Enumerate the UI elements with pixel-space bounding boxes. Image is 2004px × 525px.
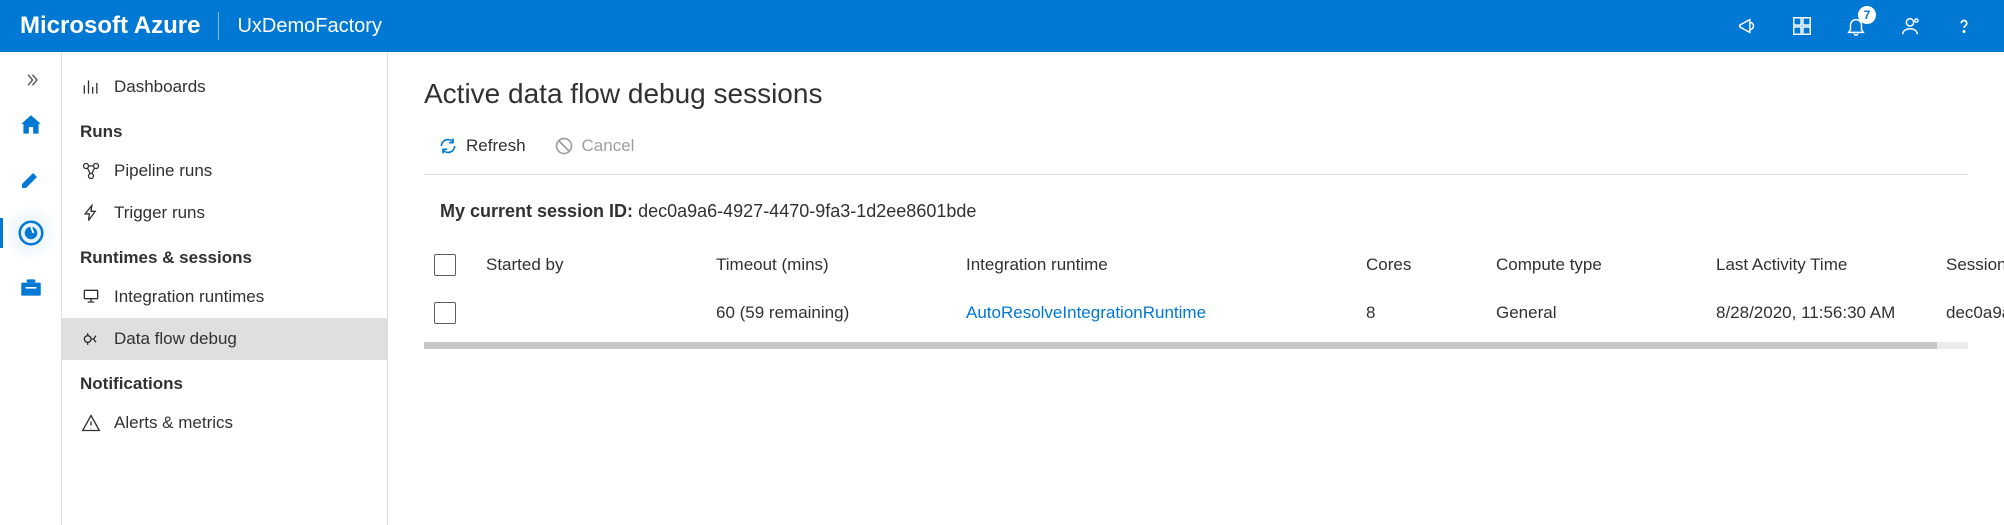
cell-timeout: 60 (59 remaining) [716, 303, 966, 323]
sidebar-item-label: Integration runtimes [114, 287, 264, 307]
brand-label: Microsoft Azure [20, 12, 200, 40]
expand-rail-icon[interactable] [0, 62, 61, 98]
select-all-checkbox[interactable] [434, 254, 456, 276]
cell-last-activity: 8/28/2020, 11:56:30 AM [1716, 303, 1946, 323]
table-header: Started by Timeout (mins) Integration ru… [424, 244, 1968, 286]
announcement-icon[interactable] [1734, 12, 1762, 40]
session-info: My current session ID: dec0a9a6-4927-447… [424, 189, 1968, 244]
sidebar-section-runs: Runs [62, 108, 387, 150]
pipeline-icon [80, 160, 102, 182]
refresh-label: Refresh [466, 136, 526, 156]
trigger-icon [80, 202, 102, 224]
sessions-table: Started by Timeout (mins) Integration ru… [424, 244, 1968, 349]
resource-name[interactable]: UxDemoFactory [237, 15, 381, 38]
sidebar-item-data-flow-debug[interactable]: Data flow debug [62, 318, 387, 360]
refresh-button[interactable]: Refresh [438, 136, 526, 156]
page-title: Active data flow debug sessions [424, 78, 1968, 110]
rail-home[interactable] [0, 98, 61, 152]
sidebar-item-label: Trigger runs [114, 203, 205, 223]
sidebar-section-notifications: Notifications [62, 360, 387, 402]
row-checkbox[interactable] [434, 302, 456, 324]
col-started-by[interactable]: Started by [486, 255, 716, 275]
alert-icon [80, 412, 102, 434]
sidebar-item-label: Pipeline runs [114, 161, 212, 181]
dashboard-icon [80, 76, 102, 98]
sidebar-item-label: Alerts & metrics [114, 413, 233, 433]
sidebar: Dashboards Runs Pipeline runs Trigger ru… [62, 52, 388, 525]
notifications-badge: 7 [1858, 6, 1876, 24]
cancel-label: Cancel [582, 136, 635, 156]
sidebar-item-integration-runtimes[interactable]: Integration runtimes [62, 276, 387, 318]
table-row[interactable]: 60 (59 remaining) AutoResolveIntegration… [424, 286, 1968, 340]
header-icons: 7 [1734, 12, 1978, 40]
main-content: Active data flow debug sessions Refresh … [388, 52, 2004, 525]
notifications-icon[interactable]: 7 [1842, 12, 1870, 40]
col-session[interactable]: Session [1946, 255, 2004, 275]
cell-session: dec0a9a [1946, 303, 2004, 323]
cancel-button: Cancel [554, 136, 635, 156]
nav-rail [0, 52, 62, 525]
col-timeout[interactable]: Timeout (mins) [716, 255, 966, 275]
rail-manage[interactable] [0, 260, 61, 314]
top-header: Microsoft Azure UxDemoFactory 7 [0, 0, 2004, 52]
sidebar-section-runtimes: Runtimes & sessions [62, 234, 387, 276]
session-id: dec0a9a6-4927-4470-9fa3-1d2ee8601bde [638, 201, 976, 221]
cell-cores: 8 [1366, 303, 1496, 323]
header-divider [218, 12, 219, 40]
col-integration-runtime[interactable]: Integration runtime [966, 255, 1366, 275]
refresh-icon [438, 136, 458, 156]
cancel-icon [554, 136, 574, 156]
session-label: My current session ID: [440, 201, 633, 221]
sidebar-item-trigger-runs[interactable]: Trigger runs [62, 192, 387, 234]
cell-integration-runtime[interactable]: AutoResolveIntegrationRuntime [966, 303, 1366, 323]
sidebar-item-pipeline-runs[interactable]: Pipeline runs [62, 150, 387, 192]
rail-author[interactable] [0, 152, 61, 206]
sidebar-item-dashboards[interactable]: Dashboards [62, 66, 387, 108]
sidebar-item-alerts-metrics[interactable]: Alerts & metrics [62, 402, 387, 444]
debug-icon [80, 328, 102, 350]
cell-compute-type: General [1496, 303, 1716, 323]
sidebar-item-label: Dashboards [114, 77, 206, 97]
col-cores[interactable]: Cores [1366, 255, 1496, 275]
account-icon[interactable] [1896, 12, 1924, 40]
integration-icon [80, 286, 102, 308]
horizontal-scrollbar[interactable] [424, 342, 1968, 349]
toolbar: Refresh Cancel [424, 130, 1968, 175]
rail-monitor[interactable] [0, 206, 61, 260]
col-compute-type[interactable]: Compute type [1496, 255, 1716, 275]
feedback-icon[interactable] [1788, 12, 1816, 40]
sidebar-item-label: Data flow debug [114, 329, 237, 349]
col-last-activity[interactable]: Last Activity Time [1716, 255, 1946, 275]
help-icon[interactable] [1950, 12, 1978, 40]
